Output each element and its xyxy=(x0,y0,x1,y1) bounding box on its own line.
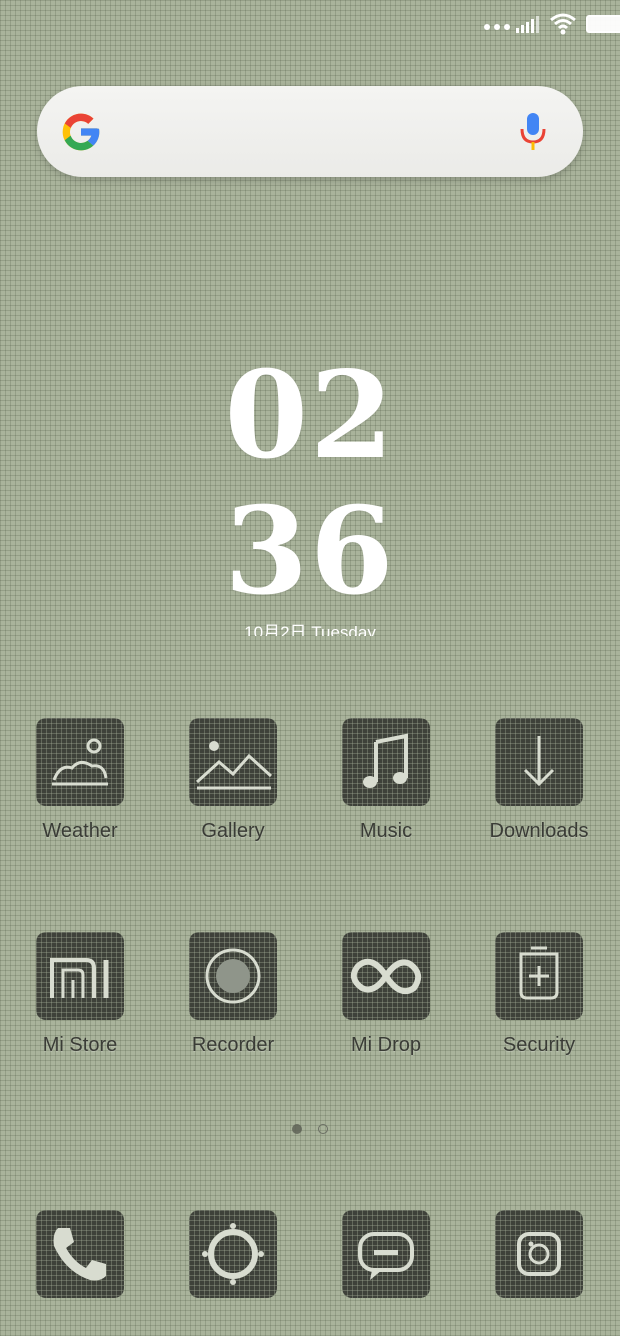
app-label: Mi Drop xyxy=(350,1034,421,1056)
battery-icon xyxy=(586,15,620,33)
app-downloads[interactable]: Downloads xyxy=(464,718,614,843)
app-security[interactable]: Security xyxy=(464,932,614,1057)
app-label: Gallery xyxy=(201,820,265,842)
app-label: Recorder xyxy=(191,1034,275,1056)
mi-drop-icon[interactable] xyxy=(342,932,430,1020)
dock-camera[interactable] xyxy=(464,1210,614,1298)
page-indicator[interactable] xyxy=(292,1124,332,1136)
dock-messages[interactable] xyxy=(311,1210,461,1298)
music-icon[interactable] xyxy=(342,718,430,806)
cellular-signal-icon xyxy=(516,16,539,33)
google-logo-icon[interactable] xyxy=(59,110,103,154)
messages-icon[interactable] xyxy=(342,1210,430,1298)
wifi-icon xyxy=(550,13,576,35)
camera-icon[interactable] xyxy=(495,1210,583,1298)
app-mi-drop[interactable]: Mi Drop xyxy=(311,932,461,1057)
signal-dots-icon xyxy=(484,24,510,30)
page-dot-active[interactable] xyxy=(292,1124,302,1134)
clock-minute[interactable]: 36 xyxy=(0,492,620,612)
status-bar xyxy=(460,12,620,36)
clock-hour[interactable]: 02 xyxy=(0,356,620,476)
phone-icon[interactable] xyxy=(36,1210,124,1298)
gallery-icon[interactable] xyxy=(189,718,277,806)
app-label: Downloads xyxy=(489,820,589,842)
app-label: Mi Store xyxy=(42,1034,118,1056)
clock-date: 10月2日 Tuesday xyxy=(244,623,376,636)
app-mi-store[interactable]: Mi Store xyxy=(5,932,155,1057)
weather-icon[interactable] xyxy=(36,718,124,806)
microphone-icon[interactable] xyxy=(519,112,547,152)
mi-store-icon[interactable] xyxy=(36,932,124,1020)
app-gallery[interactable]: Gallery xyxy=(158,718,308,843)
browser-icon[interactable] xyxy=(189,1210,277,1298)
downloads-icon[interactable] xyxy=(495,718,583,806)
app-weather[interactable]: Weather xyxy=(5,718,155,843)
security-icon[interactable] xyxy=(495,932,583,1020)
page-dot-inactive[interactable] xyxy=(318,1124,328,1134)
app-music[interactable]: Music xyxy=(311,718,461,843)
app-label: Music xyxy=(359,820,413,842)
recorder-icon[interactable] xyxy=(189,932,277,1020)
dock-phone[interactable] xyxy=(5,1210,155,1298)
app-recorder[interactable]: Recorder xyxy=(158,932,308,1057)
app-label: Security xyxy=(502,1034,576,1056)
dock-browser[interactable] xyxy=(158,1210,308,1298)
app-label: Weather xyxy=(42,820,118,842)
google-search-bar[interactable] xyxy=(37,86,583,177)
